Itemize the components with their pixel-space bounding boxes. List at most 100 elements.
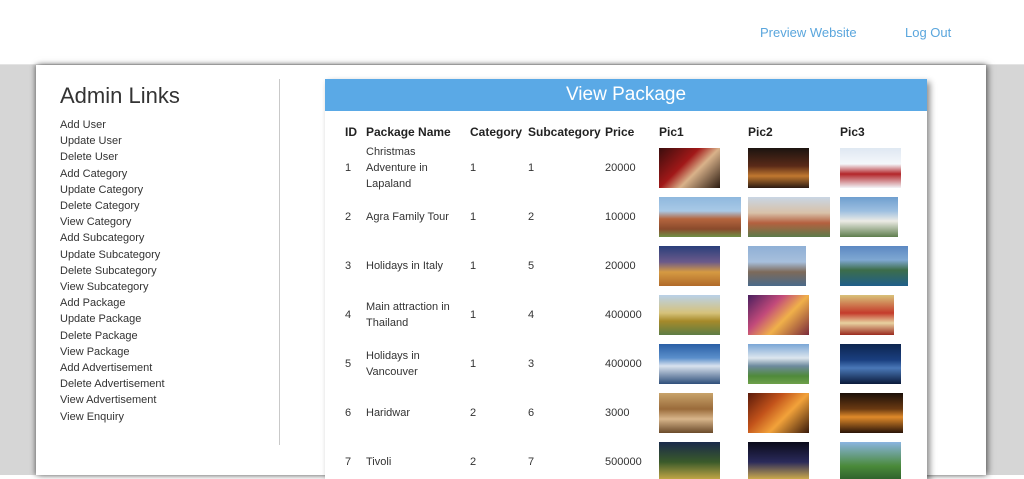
- cell-category: 1: [470, 290, 528, 339]
- sidebar-link-view-enquiry[interactable]: View Enquiry: [60, 409, 280, 425]
- haridwar-ghat-night-photo: [840, 393, 903, 433]
- cell-name: Agra Family Tour: [366, 192, 470, 241]
- cell-subcategory: 2: [528, 192, 605, 241]
- column-header-id: ID: [339, 121, 366, 143]
- table-header-row: IDPackage NameCategorySubcategoryPricePi…: [339, 121, 920, 143]
- sidebar-link-delete-advertisement[interactable]: Delete Advertisement: [60, 376, 280, 392]
- cell-category: 1: [470, 143, 528, 192]
- cell-pic2: [748, 437, 840, 479]
- sidebar-link-delete-user[interactable]: Delete User: [60, 149, 280, 165]
- sidebar-link-delete-package[interactable]: Delete Package: [60, 328, 280, 344]
- sidebar-link-add-subcategory[interactable]: Add Subcategory: [60, 230, 280, 246]
- haridwar-temple-photo: [659, 393, 713, 433]
- cell-id: 3: [339, 241, 366, 290]
- cell-category: 2: [470, 388, 528, 437]
- cell-price: 400000: [605, 339, 659, 388]
- cell-category: 1: [470, 192, 528, 241]
- content-area: Admin Links Add UserUpdate UserDelete Us…: [36, 65, 986, 475]
- cell-price: 20000: [605, 143, 659, 192]
- sidebar-link-view-category[interactable]: View Category: [60, 214, 280, 230]
- sidebar-link-add-package[interactable]: Add Package: [60, 295, 280, 311]
- top-navbar: Preview Website Log Out: [0, 0, 1024, 65]
- cell-pic2: [748, 388, 840, 437]
- column-header-subcategory: Subcategory: [528, 121, 605, 143]
- cell-pic2: [748, 143, 840, 192]
- cell-pic1: [659, 143, 748, 192]
- sidebar-link-update-subcategory[interactable]: Update Subcategory: [60, 247, 280, 263]
- cell-subcategory: 6: [528, 388, 605, 437]
- sidebar-link-view-package[interactable]: View Package: [60, 344, 280, 360]
- table-row: 3Holidays in Italy1520000: [339, 241, 920, 290]
- sidebar-link-add-user[interactable]: Add User: [60, 117, 280, 133]
- cell-id: 4: [339, 290, 366, 339]
- cell-subcategory: 4: [528, 290, 605, 339]
- cell-pic3: [840, 437, 920, 479]
- table-row: 6Haridwar263000: [339, 388, 920, 437]
- cell-pic3: [840, 143, 920, 192]
- thai-temple-photo: [659, 295, 720, 335]
- cell-category: 1: [470, 241, 528, 290]
- cell-pic3: [840, 290, 920, 339]
- package-table: IDPackage NameCategorySubcategoryPricePi…: [339, 121, 920, 479]
- cell-name: Holidays in Italy: [366, 241, 470, 290]
- cell-subcategory: 1: [528, 143, 605, 192]
- red-fort-photo: [748, 197, 830, 237]
- humayun-tomb-photo: [659, 197, 741, 237]
- cell-name: Christmas Adventure in Lapaland: [366, 143, 470, 192]
- cell-subcategory: 5: [528, 241, 605, 290]
- cell-name: Haridwar: [366, 388, 470, 437]
- cell-price: 400000: [605, 290, 659, 339]
- table-row: 5Holidays in Vancouver13400000: [339, 339, 920, 388]
- cell-price: 500000: [605, 437, 659, 479]
- tivoli-park-photo: [840, 442, 901, 479]
- sidebar-link-update-category[interactable]: Update Category: [60, 182, 280, 198]
- vancouver-skyline-photo: [659, 344, 720, 384]
- italian-town-photo: [748, 246, 806, 286]
- cell-pic2: [748, 339, 840, 388]
- sidebar-link-view-subcategory[interactable]: View Subcategory: [60, 279, 280, 295]
- cell-pic2: [748, 241, 840, 290]
- christmas-santa-photo: [659, 148, 720, 188]
- cell-subcategory: 7: [528, 437, 605, 479]
- sidebar-link-add-advertisement[interactable]: Add Advertisement: [60, 360, 280, 376]
- table-row: 7Tivoli27500000: [339, 437, 920, 479]
- sidebar-title: Admin Links: [60, 81, 280, 111]
- column-header-package-name: Package Name: [366, 121, 470, 143]
- colosseum-photo: [659, 246, 720, 286]
- sidebar-link-update-user[interactable]: Update User: [60, 133, 280, 149]
- tivoli-gardens-photo: [659, 442, 720, 479]
- table-row: 1Christmas Adventure in Lapaland1120000: [339, 143, 920, 192]
- lake-como-photo: [840, 246, 908, 286]
- christmas-snow-house-photo: [840, 148, 901, 188]
- column-header-pic3: Pic3: [840, 121, 920, 143]
- cell-pic1: [659, 339, 748, 388]
- sidebar-link-delete-subcategory[interactable]: Delete Subcategory: [60, 263, 280, 279]
- cell-id: 2: [339, 192, 366, 241]
- cell-pic3: [840, 192, 920, 241]
- column-header-price: Price: [605, 121, 659, 143]
- cell-name: Holidays in Vancouver: [366, 339, 470, 388]
- cell-price: 3000: [605, 388, 659, 437]
- sidebar-link-delete-category[interactable]: Delete Category: [60, 198, 280, 214]
- cell-category: 1: [470, 339, 528, 388]
- cell-id: 6: [339, 388, 366, 437]
- admin-sidebar: Admin Links Add UserUpdate UserDelete Us…: [60, 81, 280, 425]
- column-header-pic2: Pic2: [748, 121, 840, 143]
- sidebar-link-view-advertisement[interactable]: View Advertisement: [60, 392, 280, 408]
- cell-category: 2: [470, 437, 528, 479]
- sidebar-link-update-package[interactable]: Update Package: [60, 311, 280, 327]
- cell-pic3: [840, 388, 920, 437]
- vancouver-night-photo: [840, 344, 901, 384]
- cell-pic2: [748, 290, 840, 339]
- taj-mahal-photo: [840, 197, 898, 237]
- cell-name: Main attraction in Thailand: [366, 290, 470, 339]
- cell-id: 1: [339, 143, 366, 192]
- view-package-panel: View Package IDPackage NameCategorySubca…: [325, 79, 927, 479]
- preview-website-link[interactable]: Preview Website: [760, 25, 857, 40]
- sidebar-link-add-category[interactable]: Add Category: [60, 166, 280, 182]
- cell-pic1: [659, 290, 748, 339]
- cell-subcategory: 3: [528, 339, 605, 388]
- logout-link[interactable]: Log Out: [905, 25, 951, 40]
- table-row: 2Agra Family Tour1210000: [339, 192, 920, 241]
- cell-id: 5: [339, 339, 366, 388]
